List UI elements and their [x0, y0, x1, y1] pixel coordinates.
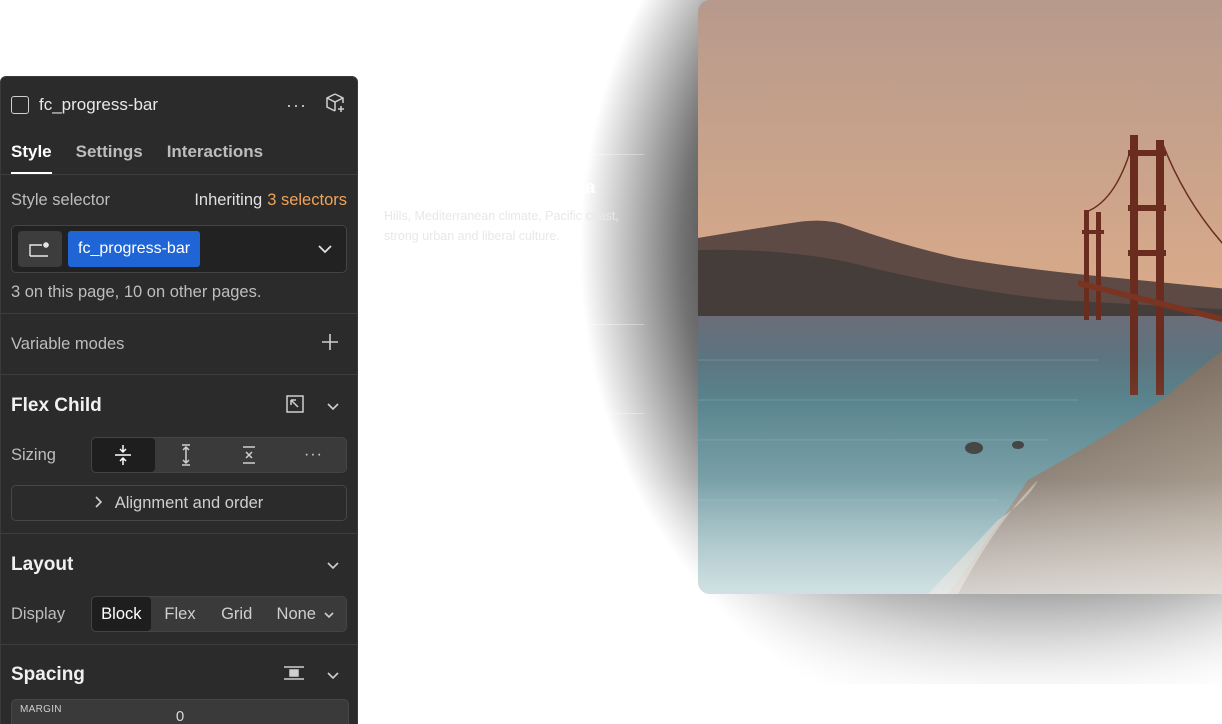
sizing-segmented-control: ··· — [90, 437, 347, 473]
tab-style[interactable]: Style — [11, 142, 52, 174]
selector-usage-row: 3 on this page, 10 on other pages. — [1, 273, 357, 311]
display-option-grid[interactable]: Grid — [209, 597, 265, 631]
city-progress-bar — [384, 154, 566, 156]
city-item-boston[interactable]: Boston, Massachusetts — [384, 413, 644, 455]
city-description: Hills, Mediterranean climate, Pacific co… — [384, 209, 619, 243]
flex-child-alignment-icon[interactable] — [285, 394, 305, 419]
chevron-down-icon — [324, 605, 334, 624]
element-name: fc_progress-bar — [39, 95, 159, 114]
chevron-down-icon[interactable] — [327, 397, 339, 416]
sizing-shrink-icon[interactable] — [91, 438, 155, 472]
selector-field[interactable]: fc_progress-bar — [11, 225, 347, 273]
sizing-row: Sizing ··· — [1, 437, 357, 473]
city-title: Seattle, Washington — [384, 345, 552, 365]
city-title: San Francisco, California — [384, 177, 596, 197]
selector-state-icon[interactable] — [18, 231, 62, 267]
margin-editor[interactable]: MARGIN 0 — [11, 699, 349, 724]
flex-child-header[interactable]: Flex Child — [1, 375, 357, 437]
chevron-down-icon[interactable] — [327, 666, 339, 685]
display-option-block[interactable]: Block — [91, 597, 152, 631]
style-panel: fc_progress-bar ··· Style Settings Inter… — [0, 76, 358, 724]
style-selector-label: Style selector — [11, 190, 111, 209]
style-selector-row: Style selector Inheriting 3 selectors — [1, 175, 357, 225]
element-checkbox-icon[interactable] — [11, 96, 29, 114]
display-option-flex[interactable]: Flex — [151, 597, 209, 631]
alignment-and-order-label: Alignment and order — [114, 493, 264, 512]
display-row: Display Block Flex Grid None — [1, 596, 357, 632]
inheriting-label: Inheriting — [194, 190, 263, 209]
panel-tabs: Style Settings Interactions — [1, 133, 357, 175]
more-options-icon[interactable]: ··· — [286, 95, 307, 116]
sizing-grow-icon[interactable] — [155, 438, 218, 472]
city-list: San Francisco, California Hills, Mediter… — [384, 154, 644, 455]
layout-header[interactable]: Layout — [1, 534, 357, 596]
component-cube-icon[interactable] — [325, 92, 347, 119]
city-item-san-francisco[interactable]: San Francisco, California Hills, Mediter… — [384, 154, 644, 324]
display-option-none[interactable]: None — [265, 597, 346, 631]
canvas: San Francisco, California Hills, Mediter… — [0, 0, 1222, 724]
sizing-more-icon[interactable]: ··· — [281, 438, 346, 472]
margin-value[interactable]: 0 — [12, 708, 348, 724]
chevron-down-icon[interactable] — [318, 241, 332, 257]
spacing-header[interactable]: Spacing — [1, 645, 357, 705]
tab-settings[interactable]: Settings — [76, 142, 143, 174]
chevron-right-icon — [95, 494, 103, 513]
city-item-seattle[interactable]: Seattle, Washington — [384, 324, 644, 413]
variable-modes-row: Variable modes — [1, 314, 357, 374]
sizing-label: Sizing — [11, 445, 56, 464]
city-title: Boston, Massachusetts — [384, 434, 644, 455]
selector-usage-note: 3 on this page, 10 on other pages. — [11, 282, 262, 301]
sizing-none-icon[interactable] — [218, 438, 281, 472]
variable-modes-label: Variable modes — [11, 334, 125, 353]
display-segmented-control: Block Flex Grid None — [90, 596, 347, 632]
plus-icon[interactable] — [321, 333, 339, 356]
panel-header: fc_progress-bar ··· — [1, 77, 357, 133]
chevron-down-icon[interactable] — [327, 556, 339, 575]
spacing-box-icon[interactable] — [283, 663, 305, 688]
inheriting-selectors-link[interactable]: 3 selectors — [267, 191, 347, 210]
alignment-and-order-button[interactable]: Alignment and order — [11, 485, 347, 521]
selector-pill[interactable]: fc_progress-bar — [68, 231, 201, 267]
section-title-layout: Layout — [11, 554, 74, 575]
section-title-flex-child: Flex Child — [11, 395, 102, 416]
display-option-none-label: None — [276, 604, 316, 623]
display-label: Display — [11, 604, 66, 623]
tab-interactions[interactable]: Interactions — [167, 142, 263, 174]
section-title-spacing: Spacing — [11, 664, 85, 685]
